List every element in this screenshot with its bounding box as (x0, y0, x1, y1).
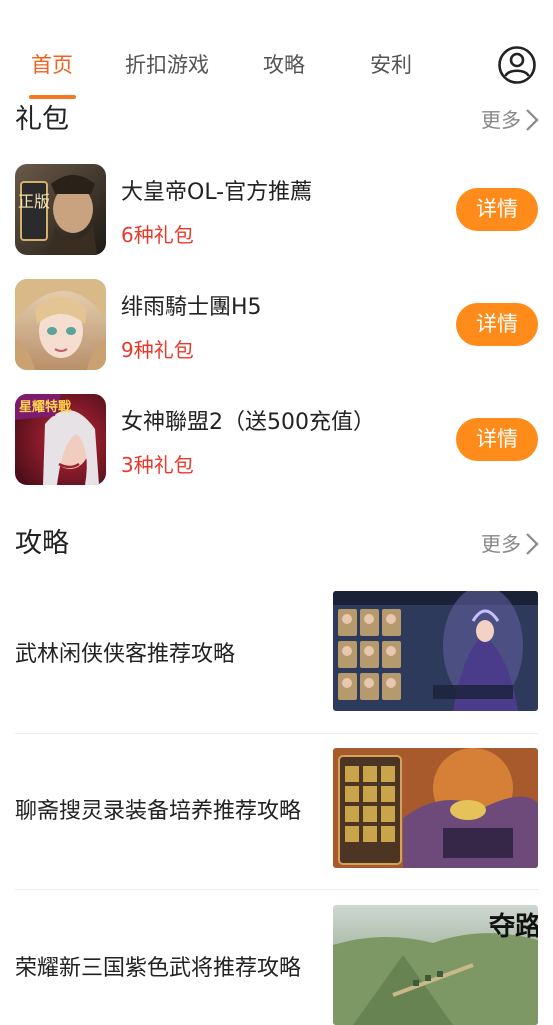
icon-badge-text: 正版 (18, 192, 50, 211)
guide-item[interactable]: 武林闲侠侠客推荐攻略 (15, 591, 538, 711)
guide-thumbnail (333, 591, 538, 711)
active-tab-indicator (29, 95, 76, 99)
gift-item[interactable]: 星耀特戰 女神聯盟2（送500充值） 3种礼包 详情 (15, 394, 540, 486)
icon-badge-text: 星耀特戰 (19, 399, 71, 415)
detail-button[interactable]: 详情 (456, 418, 538, 461)
gift-count: 9种礼包 (121, 338, 194, 362)
guide-thumbnail: 夺路 (333, 905, 538, 1025)
detail-button[interactable]: 详情 (456, 303, 538, 346)
guide-item[interactable]: 荣耀新三国紫色武将推荐攻略 夺路 (15, 905, 538, 1025)
gift-item[interactable]: 正版 大皇帝OL-官方推薦 6种礼包 详情 (15, 164, 540, 256)
guide-title: 荣耀新三国紫色武将推荐攻略 (15, 956, 302, 981)
user-circle-icon[interactable] (497, 45, 537, 85)
gift-game-name: 女神聯盟2（送500充值） (121, 410, 375, 435)
tab-recommend[interactable]: 安利 (370, 50, 412, 80)
top-tab-bar: 首页 折扣游戏 攻略 安利 (0, 0, 553, 100)
guide-item[interactable]: 聊斋搜灵录装备培养推荐攻略 (15, 748, 538, 868)
gift-game-name: 绯雨騎士團H5 (121, 295, 262, 320)
guide-title: 聊斋搜灵录装备培养推荐攻略 (15, 799, 302, 824)
guide-title: 武林闲侠侠客推荐攻略 (15, 642, 236, 667)
guide-more-link[interactable]: 更多 (481, 529, 539, 559)
gift-section-title: 礼包 (15, 104, 69, 135)
game-icon: 星耀特戰 (15, 394, 106, 485)
more-label: 更多 (481, 108, 521, 132)
guide-thumbnail (333, 748, 538, 868)
tab-home[interactable]: 首页 (31, 50, 73, 80)
detail-button[interactable]: 详情 (456, 188, 538, 231)
game-icon (15, 279, 106, 370)
chevron-right-icon (526, 109, 539, 131)
tab-guides[interactable]: 攻略 (263, 50, 305, 80)
tab-discount-games[interactable]: 折扣游戏 (125, 50, 209, 80)
gift-count: 6种礼包 (121, 223, 194, 247)
gift-item[interactable]: 绯雨騎士團H5 9种礼包 详情 (15, 279, 540, 371)
thumb-calligraphy: 夺路 (489, 911, 538, 942)
gift-game-name: 大皇帝OL-官方推薦 (121, 180, 313, 205)
divider (15, 733, 538, 734)
guide-section-title: 攻略 (15, 528, 69, 559)
divider (15, 889, 538, 890)
game-icon: 正版 (15, 164, 106, 255)
more-label: 更多 (481, 532, 521, 556)
chevron-right-icon (526, 533, 539, 555)
gift-more-link[interactable]: 更多 (481, 105, 539, 135)
gift-count: 3种礼包 (121, 453, 194, 477)
